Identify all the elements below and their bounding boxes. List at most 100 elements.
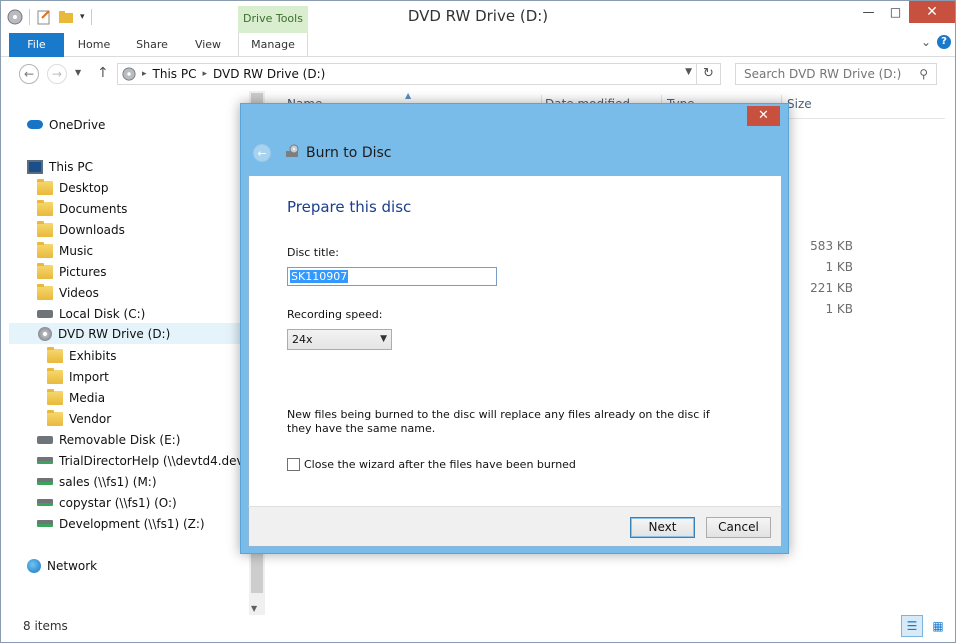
tab-file[interactable]: File — [9, 33, 64, 57]
cancel-button[interactable]: Cancel — [706, 517, 771, 538]
nav-item-local-disk[interactable]: Local Disk (C:) — [37, 303, 265, 324]
nav-item-removable-disk[interactable]: Removable Disk (E:) — [37, 429, 265, 450]
refresh-button[interactable]: ↻ — [696, 64, 720, 84]
explorer-window: ▾ Drive Tools DVD RW Drive (D:) — □ ✕ Fi… — [0, 0, 956, 643]
breadcrumb-separator[interactable]: ▸ — [202, 69, 207, 79]
close-button[interactable]: ✕ — [909, 1, 955, 23]
recording-speed-value: 24x — [292, 333, 313, 346]
nav-item-dvd-drive[interactable]: DVD RW Drive (D:) — [9, 323, 241, 344]
disc-drive-icon — [38, 326, 52, 341]
close-wizard-checkbox[interactable] — [287, 458, 300, 471]
nav-item-network[interactable]: Network — [27, 555, 265, 576]
search-box[interactable]: ⚲ — [735, 63, 937, 85]
scroll-down-icon[interactable]: ▼ — [251, 604, 257, 613]
nav-item-label: Pictures — [59, 264, 107, 279]
network-drive-icon — [37, 499, 53, 506]
item-count: 8 items — [23, 619, 68, 633]
dialog-body: Prepare this disc Disc title: SK110907 R… — [248, 175, 782, 506]
nav-item-exhibits[interactable]: Exhibits — [47, 345, 265, 366]
nav-item-media[interactable]: Media — [47, 387, 265, 408]
next-button[interactable]: Next — [630, 517, 695, 538]
nav-item-this-pc[interactable]: This PC — [27, 156, 265, 177]
up-button[interactable]: ↑ — [97, 65, 109, 81]
expand-ribbon-icon[interactable]: ⌄ — [921, 35, 931, 49]
close-wizard-label[interactable]: Close the wizard after the files have be… — [304, 458, 576, 471]
nav-item-desktop[interactable]: Desktop — [37, 177, 265, 198]
breadcrumb-dvd-drive[interactable]: DVD RW Drive (D:) — [213, 67, 325, 81]
folder-icon — [37, 262, 53, 279]
folder-icon — [47, 367, 63, 384]
computer-icon — [27, 159, 43, 174]
dialog-back-button[interactable]: ← — [253, 144, 271, 162]
nav-item-pictures[interactable]: Pictures — [37, 261, 265, 282]
nav-item-vendor[interactable]: Vendor — [47, 408, 265, 429]
address-dropdown-icon[interactable]: ▼ — [685, 67, 692, 77]
folder-icon — [47, 409, 63, 426]
title-bar: ▾ Drive Tools DVD RW Drive (D:) — □ ✕ — [1, 1, 955, 33]
breadcrumb-separator[interactable]: ▸ — [142, 69, 147, 79]
tab-manage[interactable]: Manage — [238, 33, 308, 57]
dialog-close-button[interactable]: ✕ — [747, 106, 780, 126]
ribbon-right-controls: ⌄ ? — [921, 35, 951, 49]
cloud-icon — [27, 120, 43, 129]
sort-ascending-icon: ▲ — [405, 91, 412, 100]
nav-item-label: Desktop — [59, 180, 109, 195]
forward-button[interactable]: → — [47, 64, 67, 84]
window-controls: — □ ✕ — [855, 1, 955, 23]
replace-files-note: New files being burned to the disc will … — [287, 408, 710, 435]
nav-item-label: Downloads — [59, 222, 125, 237]
breadcrumb-this-pc[interactable]: This PC — [153, 67, 197, 81]
tab-view[interactable]: View — [183, 33, 233, 57]
nav-item-label: Exhibits — [69, 348, 117, 363]
network-drive-icon — [37, 478, 53, 485]
maximize-button[interactable]: □ — [882, 1, 909, 23]
dialog-footer: Next Cancel — [248, 506, 782, 547]
back-button[interactable]: ← — [19, 64, 39, 84]
details-view-icon[interactable]: ☰ — [901, 615, 923, 637]
nav-item-label: Media — [69, 390, 106, 405]
folder-icon — [47, 388, 63, 405]
large-icons-view-icon[interactable]: ▦ — [927, 615, 949, 637]
nav-item-label: This PC — [49, 159, 93, 174]
nav-item-label: Network — [47, 558, 98, 573]
disc-title-value[interactable]: SK110907 — [290, 270, 349, 283]
nav-item-label: Documents — [59, 201, 128, 216]
window-title: DVD RW Drive (D:) — [407, 7, 549, 25]
nav-item-label: Local Disk (C:) — [59, 306, 146, 321]
nav-item-downloads[interactable]: Downloads — [37, 219, 265, 240]
nav-item-sales[interactable]: sales (\\fs1) (M:) — [37, 471, 265, 492]
recording-speed-select[interactable]: 24x ▼ — [287, 329, 392, 350]
chevron-down-icon: ▼ — [380, 334, 387, 344]
nav-item-onedrive[interactable]: OneDrive — [27, 114, 265, 135]
tab-share[interactable]: Share — [127, 33, 177, 57]
folder-icon — [37, 241, 53, 258]
search-input[interactable] — [744, 67, 904, 81]
nav-item-documents[interactable]: Documents — [37, 198, 265, 219]
recent-locations-button[interactable]: ▼ — [75, 68, 81, 77]
nav-item-videos[interactable]: Videos — [37, 282, 265, 303]
folder-icon — [37, 283, 53, 300]
nav-item-label: Music — [59, 243, 94, 258]
recording-speed-label: Recording speed: — [287, 308, 383, 321]
folder-icon — [47, 346, 63, 363]
hard-drive-icon — [37, 309, 53, 318]
nav-item-copystar[interactable]: copystar (\\fs1) (O:) — [37, 492, 265, 513]
nav-item-development[interactable]: Development (\\fs1) (Z:) — [37, 513, 265, 534]
nav-item-import[interactable]: Import — [47, 366, 265, 387]
burn-disc-icon — [286, 144, 299, 157]
search-icon[interactable]: ⚲ — [919, 67, 928, 81]
nav-item-label: Vendor — [69, 411, 112, 426]
burn-to-disc-dialog: ✕ ← Burn to Disc Prepare this disc Disc … — [240, 103, 789, 554]
nav-item-label: OneDrive — [49, 117, 106, 132]
nav-item-trialdirectorhelp[interactable]: TrialDirectorHelp (\\devtd4.dev.inc — [37, 450, 249, 471]
nav-item-music[interactable]: Music — [37, 240, 265, 261]
nav-item-label: TrialDirectorHelp (\\devtd4.dev.inc — [59, 453, 249, 468]
column-size[interactable]: Size — [787, 97, 812, 111]
network-drive-icon — [37, 457, 53, 464]
disc-drive-icon — [122, 67, 136, 81]
help-icon[interactable]: ? — [937, 35, 951, 49]
address-bar[interactable]: ▸ This PC ▸ DVD RW Drive (D:) ▼ ↻ — [117, 63, 721, 85]
file-size: 1 KB — [825, 302, 853, 316]
minimize-button[interactable]: — — [855, 1, 882, 23]
tab-home[interactable]: Home — [69, 33, 119, 57]
